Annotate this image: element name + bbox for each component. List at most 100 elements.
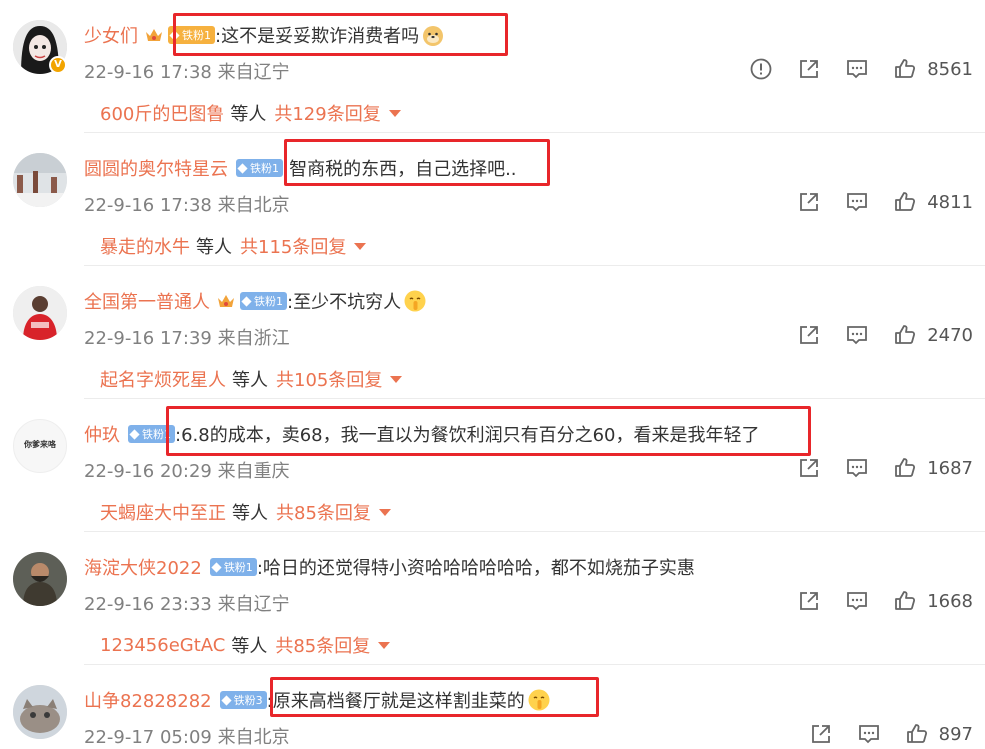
diamond-icon: [221, 694, 232, 706]
share-button[interactable]: [797, 323, 821, 347]
reply-count[interactable]: 共105条回复: [276, 366, 382, 392]
thumbs-up-icon: [895, 325, 916, 344]
avatar[interactable]: [13, 552, 67, 606]
reply-user[interactable]: 天蝎座大中至正: [100, 499, 226, 525]
chevron-down-icon[interactable]: [378, 508, 391, 516]
reply-user[interactable]: 600斤的巴图鲁: [100, 100, 224, 126]
comment-item: 全国第一普通人 铁粉1 :至少不坑穷人 22-9-16 17:39 来自浙江 2…: [0, 266, 985, 399]
share-button[interactable]: [797, 456, 821, 480]
comment-location: 来自北京: [217, 195, 290, 216]
like-button[interactable]: 8561: [893, 57, 973, 81]
comment-button[interactable]: [845, 456, 869, 480]
comment-button[interactable]: [845, 190, 869, 214]
reply-summary[interactable]: 600斤的巴图鲁 等人 共129条回复: [100, 100, 401, 126]
comment-date: 22-9-17 05:09: [84, 727, 212, 748]
comment-location: 来自重庆: [217, 461, 290, 482]
reply-user[interactable]: 123456eGtAC: [100, 635, 225, 656]
reply-count[interactable]: 共85条回复: [275, 632, 370, 658]
comment-date: 22-9-16 23:33: [84, 594, 212, 615]
report-icon: [750, 58, 772, 80]
chevron-down-icon[interactable]: [378, 641, 391, 649]
reply-count[interactable]: 共129条回复: [274, 100, 380, 126]
comment-username[interactable]: 少女们: [84, 22, 138, 48]
like-count: 2470: [927, 324, 973, 346]
diamond-icon: [241, 295, 252, 307]
thumbs-up-icon: [895, 59, 916, 78]
chevron-down-icon[interactable]: [388, 109, 401, 117]
like-button[interactable]: 2470: [893, 323, 973, 347]
chevron-down-icon[interactable]: [390, 375, 403, 383]
like-button[interactable]: 1687: [893, 456, 973, 480]
avatar[interactable]: [13, 286, 67, 340]
comment-username[interactable]: 圆圆的奥尔特星云: [84, 155, 228, 181]
shush-emoji-icon: [403, 289, 427, 313]
report-button[interactable]: [749, 57, 773, 81]
like-button[interactable]: 1668: [893, 589, 973, 613]
share-button[interactable]: [797, 57, 821, 81]
comment-username[interactable]: 海淀大侠2022: [84, 554, 202, 580]
diamond-icon: [211, 561, 222, 573]
verified-badge-icon: V: [49, 56, 67, 74]
like-button[interactable]: 4811: [893, 190, 973, 214]
reply-summary[interactable]: 123456eGtAC 等人 共85条回复: [100, 632, 391, 658]
comment-icon: [847, 326, 868, 345]
comment-icon: [847, 459, 868, 478]
share-button[interactable]: [797, 589, 821, 613]
comment-button[interactable]: [845, 323, 869, 347]
thumbs-up-icon: [895, 591, 916, 610]
reply-user[interactable]: 起名字烦死星人: [100, 366, 226, 392]
comment-button[interactable]: [845, 589, 869, 613]
share-icon: [800, 592, 819, 610]
fan-badge-label: 铁粉1: [254, 295, 283, 308]
fan-badge: 铁粉3: [219, 691, 267, 709]
comment-location: 来自北京: [217, 727, 290, 748]
reply-mid-text: 等人: [231, 636, 268, 657]
comment-username[interactable]: 山争82828282: [84, 687, 212, 713]
highlight-box: [173, 13, 508, 56]
share-icon: [800, 326, 819, 344]
share-button[interactable]: [797, 190, 821, 214]
chevron-down-icon[interactable]: [354, 242, 367, 250]
reply-mid-text: 等人: [232, 370, 268, 391]
like-count: 1687: [927, 457, 973, 479]
comment-text: :至少不坑穷人: [287, 292, 402, 313]
share-icon: [800, 193, 819, 211]
comment-date: 22-9-16 20:29: [84, 461, 212, 482]
diamond-icon: [237, 162, 248, 174]
reply-summary[interactable]: 起名字烦死星人 等人 共105条回复: [100, 366, 403, 392]
like-count: 897: [938, 723, 973, 745]
fan-badge: 铁粉1: [209, 558, 257, 576]
comment-username[interactable]: 仲玖: [84, 421, 120, 447]
comment-button[interactable]: [845, 57, 869, 81]
fan-badge-label: 铁粉1: [223, 561, 253, 574]
reply-count[interactable]: 共85条回复: [276, 499, 371, 525]
fan-badge: 铁粉1: [240, 292, 287, 310]
diamond-icon: [129, 428, 140, 440]
comment-icon: [858, 725, 879, 744]
reply-mid-text: 等人: [196, 237, 232, 258]
comment-icon: [847, 592, 868, 611]
comment-icon: [847, 60, 868, 79]
share-icon: [811, 725, 830, 743]
avatar[interactable]: [13, 685, 67, 739]
avatar-caption: 你爹来咯: [24, 440, 56, 449]
reply-summary[interactable]: 暴走的水牛 等人 共115条回复: [100, 233, 367, 259]
reply-user[interactable]: 暴走的水牛: [100, 233, 190, 259]
comment-location: 来自浙江: [217, 328, 290, 349]
avatar[interactable]: 你爹来咯: [13, 419, 67, 473]
comment-date: 22-9-16 17:38: [84, 62, 212, 83]
share-button[interactable]: [809, 722, 833, 746]
highlight-box: [284, 139, 550, 186]
avatar[interactable]: [13, 153, 67, 207]
like-button[interactable]: 897: [905, 722, 973, 746]
share-icon: [800, 459, 819, 477]
comment-icon: [847, 193, 868, 212]
reply-count[interactable]: 共115条回复: [240, 233, 346, 259]
comment-username[interactable]: 全国第一普通人: [84, 288, 210, 314]
reply-summary[interactable]: 天蝎座大中至正 等人 共85条回复: [100, 499, 391, 525]
highlight-box: [270, 677, 599, 717]
thumbs-up-icon: [895, 458, 916, 477]
comment-item: 海淀大侠2022 铁粉1 :哈日的还觉得特小资哈哈哈哈哈哈，都不如烧茄子实惠 2…: [0, 532, 985, 665]
comment-button[interactable]: [857, 722, 881, 746]
fan-badge-label: 铁粉1: [250, 162, 279, 175]
